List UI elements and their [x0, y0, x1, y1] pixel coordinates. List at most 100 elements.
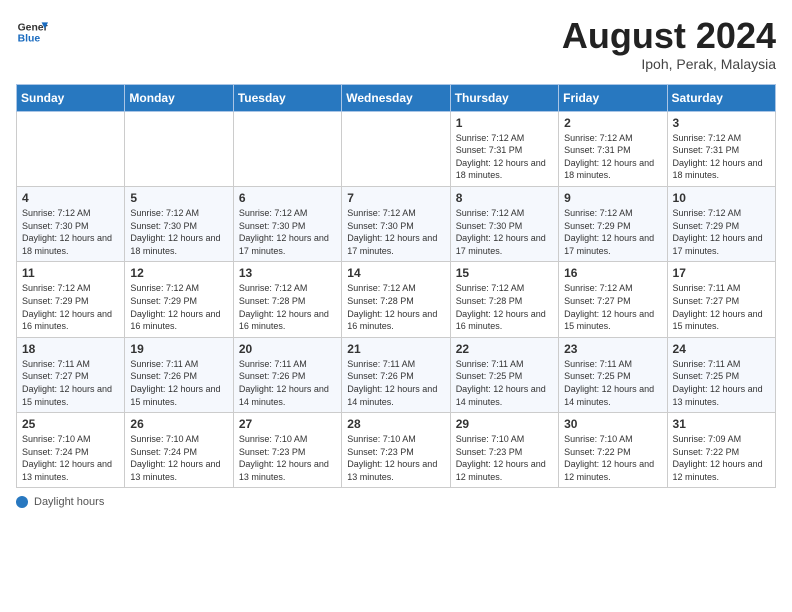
day-info: Sunrise: 7:10 AM Sunset: 7:23 PM Dayligh…	[239, 433, 336, 483]
day-info: Sunrise: 7:12 AM Sunset: 7:31 PM Dayligh…	[673, 132, 770, 182]
col-friday: Friday	[559, 84, 667, 111]
page-header: General Blue August 2024 Ipoh, Perak, Ma…	[16, 16, 776, 72]
day-cell-3-1: 19Sunrise: 7:11 AM Sunset: 7:26 PM Dayli…	[125, 337, 233, 412]
day-cell-2-5: 16 Sunrise: 7:12 AM Sunset: 7:27 PM Dayli…	[559, 262, 667, 337]
day-cell-1-4: 8 Sunrise: 7:12 AM Sunset: 7:30 PM Daylig…	[450, 186, 558, 261]
day-number: 28	[347, 417, 444, 431]
day-cell-3-3: 21Sunrise: 7:11 AM Sunset: 7:26 PM Dayli…	[342, 337, 450, 412]
day-info: Sunrise: 7:12 AM Sunset: 7:31 PM Dayligh…	[564, 132, 661, 182]
col-saturday: Saturday	[667, 84, 775, 111]
day-number: 15	[456, 266, 553, 280]
day-cell-4-5: 30 Sunrise: 7:10 AM Sunset: 7:22 PM Dayli…	[559, 413, 667, 488]
day-number: 3	[673, 116, 770, 130]
day-number: 20	[239, 342, 336, 356]
day-number: 26	[130, 417, 227, 431]
day-number: 11	[22, 266, 119, 280]
day-cell-0-1	[125, 111, 233, 186]
day-number: 30	[564, 417, 661, 431]
day-cell-4-1: 26Sunrise: 7:10 AM Sunset: 7:24 PM Dayli…	[125, 413, 233, 488]
day-cell-0-2	[233, 111, 341, 186]
week-row-3: 18 Sunrise: 7:11 AM Sunset: 7:27 PM Dayli…	[17, 337, 776, 412]
day-info: Sunrise: 7:12 AM Sunset: 7:28 PM Dayligh…	[347, 282, 444, 332]
day-cell-2-2: 13 Sunrise: 7:12 AM Sunset: 7:28 PM Dayli…	[233, 262, 341, 337]
day-info: Sunrise: 7:12 AM Sunset: 7:31 PM Dayligh…	[456, 132, 553, 182]
day-number: 4	[22, 191, 119, 205]
day-number: 12	[130, 266, 227, 280]
day-cell-2-1: 12 Sunrise: 7:12 AM Sunset: 7:29 PM Dayli…	[125, 262, 233, 337]
day-info: Sunrise: 7:12 AM Sunset: 7:30 PM Dayligh…	[456, 207, 553, 257]
day-info: Sunrise: 7:10 AM Sunset: 7:23 PM Dayligh…	[347, 433, 444, 483]
day-cell-4-3: 28 Sunrise: 7:10 AM Sunset: 7:23 PM Dayli…	[342, 413, 450, 488]
day-cell-2-0: 11Sunrise: 7:12 AM Sunset: 7:29 PM Dayli…	[17, 262, 125, 337]
footer: Daylight hours	[16, 496, 776, 508]
day-cell-2-3: 14 Sunrise: 7:12 AM Sunset: 7:28 PM Dayli…	[342, 262, 450, 337]
day-cell-4-4: 29Sunrise: 7:10 AM Sunset: 7:23 PM Dayli…	[450, 413, 558, 488]
day-cell-3-6: 24Sunrise: 7:11 AM Sunset: 7:25 PM Dayli…	[667, 337, 775, 412]
day-cell-1-3: 7 Sunrise: 7:12 AM Sunset: 7:30 PM Daylig…	[342, 186, 450, 261]
day-info: Sunrise: 7:12 AM Sunset: 7:30 PM Dayligh…	[347, 207, 444, 257]
day-cell-1-2: 6 Sunrise: 7:12 AM Sunset: 7:30 PM Daylig…	[233, 186, 341, 261]
day-info: Sunrise: 7:12 AM Sunset: 7:29 PM Dayligh…	[564, 207, 661, 257]
day-cell-0-3	[342, 111, 450, 186]
day-info: Sunrise: 7:11 AM Sunset: 7:26 PM Dayligh…	[239, 358, 336, 408]
col-monday: Monday	[125, 84, 233, 111]
location-subtitle: Ipoh, Perak, Malaysia	[562, 56, 776, 72]
day-cell-3-5: 23 Sunrise: 7:11 AM Sunset: 7:25 PM Dayli…	[559, 337, 667, 412]
day-info: Sunrise: 7:12 AM Sunset: 7:29 PM Dayligh…	[673, 207, 770, 257]
day-number: 16	[564, 266, 661, 280]
logo: General Blue	[16, 16, 48, 48]
day-info: Sunrise: 7:12 AM Sunset: 7:30 PM Dayligh…	[239, 207, 336, 257]
day-number: 13	[239, 266, 336, 280]
week-row-1: 4 Sunrise: 7:12 AM Sunset: 7:30 PM Daylig…	[17, 186, 776, 261]
day-info: Sunrise: 7:12 AM Sunset: 7:28 PM Dayligh…	[456, 282, 553, 332]
day-cell-1-6: 10 Sunrise: 7:12 AM Sunset: 7:29 PM Dayli…	[667, 186, 775, 261]
day-cell-3-0: 18 Sunrise: 7:11 AM Sunset: 7:27 PM Dayli…	[17, 337, 125, 412]
day-number: 9	[564, 191, 661, 205]
day-info: Sunrise: 7:10 AM Sunset: 7:23 PM Dayligh…	[456, 433, 553, 483]
day-cell-0-4: 1 Sunrise: 7:12 AM Sunset: 7:31 PM Daylig…	[450, 111, 558, 186]
day-number: 17	[673, 266, 770, 280]
day-info: Sunrise: 7:11 AM Sunset: 7:27 PM Dayligh…	[673, 282, 770, 332]
day-number: 22	[456, 342, 553, 356]
day-cell-1-5: 9 Sunrise: 7:12 AM Sunset: 7:29 PM Daylig…	[559, 186, 667, 261]
day-info: Sunrise: 7:12 AM Sunset: 7:29 PM Dayligh…	[130, 282, 227, 332]
week-row-0: 1 Sunrise: 7:12 AM Sunset: 7:31 PM Daylig…	[17, 111, 776, 186]
day-info: Sunrise: 7:12 AM Sunset: 7:28 PM Dayligh…	[239, 282, 336, 332]
day-number: 7	[347, 191, 444, 205]
day-number: 6	[239, 191, 336, 205]
day-info: Sunrise: 7:10 AM Sunset: 7:22 PM Dayligh…	[564, 433, 661, 483]
logo-icon: General Blue	[16, 16, 48, 48]
day-number: 14	[347, 266, 444, 280]
day-number: 25	[22, 417, 119, 431]
calendar-table: Sunday Monday Tuesday Wednesday Thursday…	[16, 84, 776, 489]
day-cell-0-5: 2Sunrise: 7:12 AM Sunset: 7:31 PM Daylig…	[559, 111, 667, 186]
day-info: Sunrise: 7:11 AM Sunset: 7:25 PM Dayligh…	[564, 358, 661, 408]
day-cell-3-4: 22 Sunrise: 7:11 AM Sunset: 7:25 PM Dayli…	[450, 337, 558, 412]
day-cell-4-2: 27Sunrise: 7:10 AM Sunset: 7:23 PM Dayli…	[233, 413, 341, 488]
calendar-header-row: Sunday Monday Tuesday Wednesday Thursday…	[17, 84, 776, 111]
day-info: Sunrise: 7:11 AM Sunset: 7:26 PM Dayligh…	[347, 358, 444, 408]
day-cell-1-1: 5Sunrise: 7:12 AM Sunset: 7:30 PM Daylig…	[125, 186, 233, 261]
day-cell-0-6: 3 Sunrise: 7:12 AM Sunset: 7:31 PM Daylig…	[667, 111, 775, 186]
footer-label: Daylight hours	[34, 496, 104, 508]
day-number: 1	[456, 116, 553, 130]
day-info: Sunrise: 7:12 AM Sunset: 7:30 PM Dayligh…	[22, 207, 119, 257]
day-number: 23	[564, 342, 661, 356]
col-tuesday: Tuesday	[233, 84, 341, 111]
col-thursday: Thursday	[450, 84, 558, 111]
week-row-2: 11 Sunrise: 7:12 AM Sunset: 7:29 PM Dayli…	[17, 262, 776, 337]
day-number: 8	[456, 191, 553, 205]
svg-text:Blue: Blue	[18, 34, 41, 45]
day-info: Sunrise: 7:09 AM Sunset: 7:22 PM Dayligh…	[673, 433, 770, 483]
day-cell-4-0: 25 Sunrise: 7:10 AM Sunset: 7:24 PM Dayli…	[17, 413, 125, 488]
day-number: 18	[22, 342, 119, 356]
calendar-body: 1 Sunrise: 7:12 AM Sunset: 7:31 PM Daylig…	[17, 111, 776, 488]
day-number: 10	[673, 191, 770, 205]
day-info: Sunrise: 7:12 AM Sunset: 7:27 PM Dayligh…	[564, 282, 661, 332]
footer-dot-icon	[16, 496, 28, 508]
day-info: Sunrise: 7:10 AM Sunset: 7:24 PM Dayligh…	[22, 433, 119, 483]
day-info: Sunrise: 7:11 AM Sunset: 7:25 PM Dayligh…	[456, 358, 553, 408]
day-info: Sunrise: 7:11 AM Sunset: 7:27 PM Dayligh…	[22, 358, 119, 408]
day-info: Sunrise: 7:11 AM Sunset: 7:25 PM Dayligh…	[673, 358, 770, 408]
day-cell-1-0: 4 Sunrise: 7:12 AM Sunset: 7:30 PM Daylig…	[17, 186, 125, 261]
